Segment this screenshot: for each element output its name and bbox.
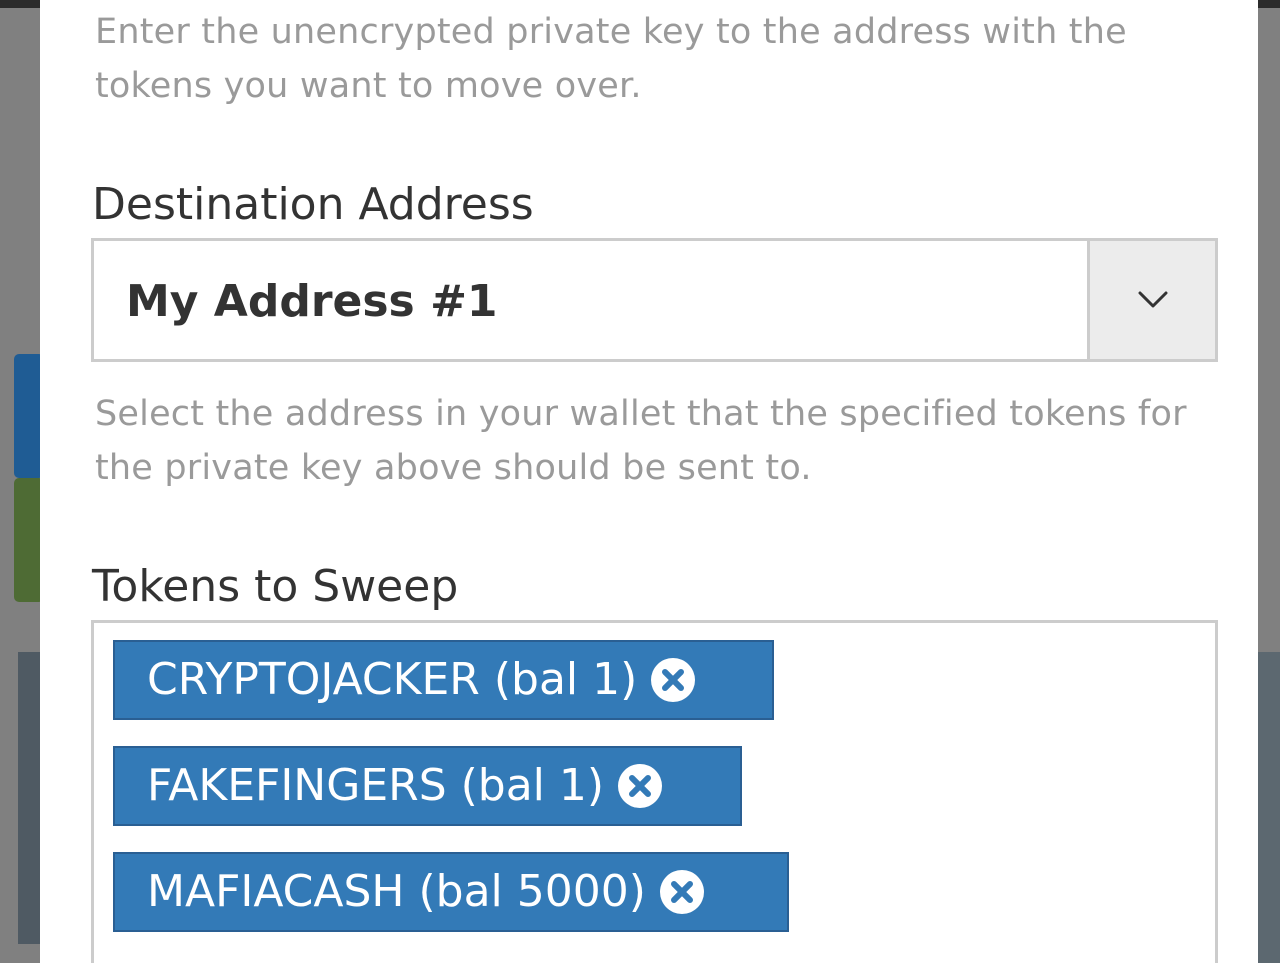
private-key-help-text: Enter the unencrypted private key to the…: [95, 12, 1127, 106]
token-chip-fakefingers[interactable]: FAKEFINGERS (bal 1): [113, 746, 742, 826]
token-chip-cryptojacker[interactable]: CRYPTOJACKER (bal 1): [113, 640, 774, 720]
destination-address-value: My Address #1: [126, 276, 498, 327]
close-circle-icon[interactable]: [649, 656, 697, 704]
token-chip-mafiacash[interactable]: MAFIACASH (bal 5000): [113, 852, 789, 932]
tokens-to-sweep-multiselect[interactable]: CRYPTOJACKER (bal 1) FAKEFINGERS (bal 1): [91, 620, 1218, 963]
background-panel-left: [18, 652, 40, 944]
close-circle-icon[interactable]: [616, 762, 664, 810]
app-root: Enter the unencrypted private key to the…: [0, 0, 1280, 963]
destination-address-select[interactable]: My Address #1: [91, 238, 1218, 362]
background-panel-right: [1258, 652, 1280, 963]
close-circle-icon[interactable]: [658, 868, 706, 916]
token-chip-label: CRYPTOJACKER (bal 1): [147, 654, 638, 705]
chevron-down-icon[interactable]: [1087, 241, 1215, 359]
sweep-modal: Enter the unencrypted private key to the…: [40, 0, 1258, 963]
token-chip-label: FAKEFINGERS (bal 1): [147, 760, 605, 811]
tokens-to-sweep-label: Tokens to Sweep: [92, 561, 459, 612]
token-chip-label: MAFIACASH (bal 5000): [147, 866, 646, 917]
destination-address-label: Destination Address: [92, 179, 534, 230]
destination-help-text: Select the address in your wallet that t…: [95, 394, 1187, 488]
